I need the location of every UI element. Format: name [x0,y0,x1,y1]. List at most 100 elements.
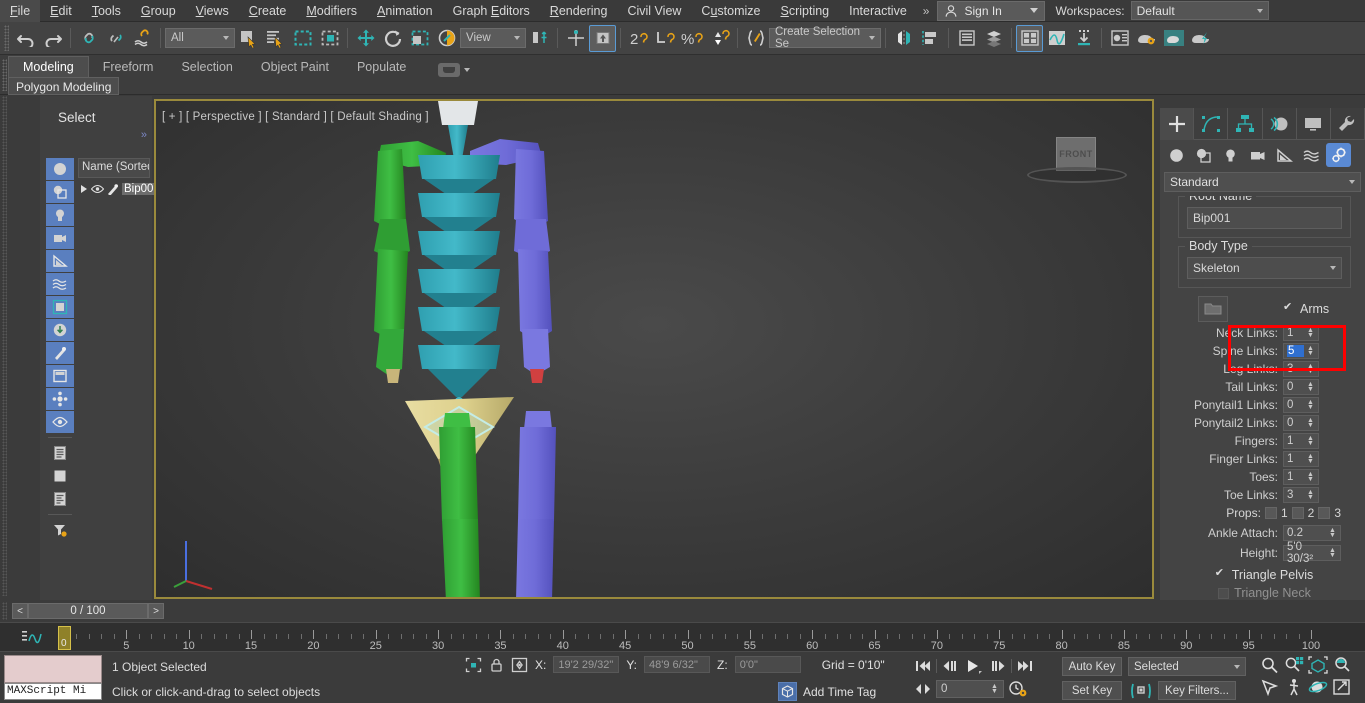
orbit-view-icon[interactable] [1308,678,1328,696]
spinner-arrows-icon[interactable]: ▲ ▼ [1306,471,1315,483]
render-activeshade-button[interactable] [1187,25,1214,52]
menu-scripting[interactable]: Scripting [770,0,839,22]
set-key-button[interactable]: Set Key [1062,681,1122,700]
scene-explorer-row[interactable]: Bip00 [78,180,156,198]
biped-right-leg[interactable] [516,411,556,599]
percent-snap-toggle-button[interactable]: 2 [625,25,652,52]
previous-frame-button[interactable] [939,656,961,676]
scene-explorer-column-header[interactable]: Name (Sorted A [78,158,150,178]
scene-explorer-button[interactable] [980,25,1007,52]
key-filters-button[interactable]: Key Filters... [1158,681,1236,700]
fingers-spinner[interactable]: 1 ▲ ▼ [1283,433,1319,449]
align-button[interactable] [917,25,944,52]
absolute-relative-transform-icon[interactable] [511,657,528,673]
spinner-arrows-icon[interactable]: ▲ ▼ [1306,363,1315,375]
spine-links-spinner[interactable]: 5 ▲ ▼ [1283,343,1319,359]
time-tag-icon[interactable] [778,682,797,701]
filter-particles-icon[interactable] [46,388,74,410]
tail-links-spinner[interactable]: 0 ▲ ▼ [1283,379,1319,395]
spinner-arrows-icon[interactable]: ▲ ▼ [1306,399,1315,411]
menu-group[interactable]: Group [131,0,186,22]
layer-explorer-button[interactable] [953,25,980,52]
ponytail2-links-spinner[interactable]: 0 ▲ ▼ [1283,415,1319,431]
spinner-arrows-icon[interactable]: ▲ ▼ [1328,527,1337,539]
snaps-toggle-button[interactable] [562,25,589,52]
filter-helpers-icon[interactable] [46,250,74,272]
next-frame-button[interactable] [987,656,1009,676]
body-type-dropdown[interactable]: Skeleton [1187,257,1342,279]
current-frame-field[interactable]: 0 ▲ ▼ [936,680,1004,698]
hierarchy-tab[interactable] [1228,108,1263,140]
maximize-viewport-icon[interactable] [1332,678,1352,696]
perspective-viewport[interactable]: [ + ] [ Perspective ] [ Standard ] [ Def… [154,99,1154,599]
prev-frame-button[interactable]: < [12,603,28,619]
props-checkbox-3[interactable] [1318,507,1331,519]
menu-views[interactable]: Views [186,0,239,22]
spinner-arrows-icon[interactable]: ▲ ▼ [1306,381,1315,393]
undo-button[interactable] [12,25,39,52]
display-all-columns-icon[interactable] [46,442,74,464]
utilities-tab[interactable] [1330,108,1365,140]
triangle-neck-row[interactable]: Triangle Neck [1166,586,1363,600]
biped-head[interactable] [438,101,478,125]
sign-in-button[interactable]: Sign In [937,0,1046,21]
key-mode-arrows-icon[interactable] [914,683,932,695]
place-pivot-button[interactable] [433,25,460,52]
spinner-arrows-icon[interactable]: ▲ ▼ [990,683,999,695]
rendered-frame-window-button[interactable] [1106,25,1133,52]
reference-coordinate-system-combo[interactable]: View [460,28,526,48]
arms-checkbox[interactable] [1283,300,1295,315]
redo-button[interactable] [39,25,66,52]
spinner-arrows-icon[interactable]: ▲ ▼ [1306,327,1315,339]
bone-icon[interactable] [107,183,119,195]
ribbon-tab-freeform[interactable]: Freeform [89,57,168,77]
filter-cameras-icon[interactable] [46,227,74,249]
load-file-button[interactable] [1198,296,1228,322]
spinner-arrows-icon[interactable]: ▲ ▼ [1306,489,1315,501]
menu-overflow-chevron[interactable]: » [917,4,936,18]
ribbon-tab-modeling[interactable]: Modeling [8,56,89,77]
selection-lock-toggle-icon[interactable] [489,657,504,673]
spine-links-value[interactable]: 5 [1287,345,1304,357]
zoom-all-icon[interactable] [1284,656,1304,674]
select-and-scale-button[interactable] [406,25,433,52]
filter-settings-icon[interactable] [46,519,74,541]
time-configuration-icon[interactable] [1008,680,1028,698]
render-setup-button[interactable] [1070,25,1097,52]
toes-spinner[interactable]: 1 ▲ ▼ [1283,469,1319,485]
biped-spine[interactable] [418,155,500,405]
key-mode-combo[interactable]: Selected [1128,657,1246,676]
edit-named-selection-button[interactable]: % [679,25,706,52]
material-editor-button[interactable] [1016,24,1043,52]
shapes-icon[interactable] [1191,143,1216,167]
add-time-tag-control[interactable]: Add Time Tag [778,682,876,701]
rectangular-selection-region-button[interactable] [289,25,316,52]
systems-icon[interactable] [1326,143,1351,167]
workspace-select[interactable]: Default [1130,1,1269,20]
modify-tab[interactable] [1194,108,1229,140]
biped-skeleton[interactable] [156,101,1154,599]
unlink-selection-button[interactable] [102,25,129,52]
zoom-icon[interactable] [1260,656,1280,674]
filter-space-warps-icon[interactable] [46,273,74,295]
select-object-button[interactable] [235,25,262,52]
filter-geometry-icon[interactable] [46,158,74,180]
biped-neck[interactable] [448,125,468,159]
y-coord-input[interactable]: 48'9 6/32" [644,656,711,673]
helpers-icon[interactable] [1272,143,1297,167]
arms-checkbox-row[interactable]: Arms [1283,300,1329,317]
subcategory-dropdown[interactable]: Standard [1164,172,1361,192]
space-warps-icon[interactable] [1299,143,1324,167]
select-and-rotate-button[interactable] [379,25,406,52]
menu-animation[interactable]: Animation [367,0,443,22]
finger-links-spinner[interactable]: 1 ▲ ▼ [1283,451,1319,467]
select-by-name-button[interactable] [262,25,289,52]
angle-snap-toggle-button[interactable] [589,24,616,52]
spinner-arrows-icon[interactable]: ▲ ▼ [1306,435,1315,447]
goto-end-button[interactable] [1014,656,1036,676]
track-bar-ruler[interactable]: 0 5 10 15 20 25 30 35 40 45 50 55 60 65 70 75 80 85 90 95 10… [0,622,1365,652]
biped-left-leg[interactable] [439,413,480,599]
select-and-move-button[interactable] [352,25,379,52]
time-slider-field[interactable]: 0 / 100 [28,603,148,619]
root-name-input[interactable]: Bip001 [1187,207,1342,229]
